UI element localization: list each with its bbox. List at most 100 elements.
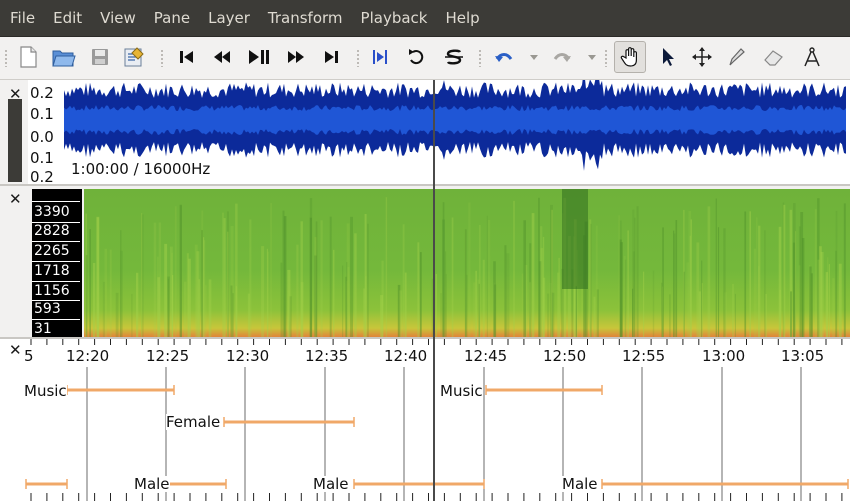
open-folder-icon bbox=[52, 50, 76, 67]
redo-dropdown-icon[interactable] bbox=[588, 55, 596, 60]
spectrogram-streak bbox=[109, 249, 112, 337]
rewind-start-button[interactable] bbox=[170, 41, 202, 73]
spectrogram-streak bbox=[542, 236, 545, 337]
spectrogram-streak bbox=[196, 251, 200, 337]
move-icon bbox=[692, 47, 712, 67]
time-label: 5 bbox=[24, 347, 34, 365]
spectrogram-streak bbox=[669, 294, 671, 337]
frequency-scale: 3390 2828 2265 1718 1156 593 31 bbox=[32, 189, 82, 337]
redo-button[interactable] bbox=[546, 41, 578, 73]
spectrogram-streak bbox=[300, 221, 303, 337]
spectrogram-streak bbox=[698, 291, 701, 337]
solo-icon bbox=[445, 49, 463, 65]
toolbar-grip[interactable] bbox=[356, 49, 360, 67]
spectrogram-streak bbox=[102, 281, 105, 337]
spectrogram-streak bbox=[581, 288, 584, 337]
time-label: 13:05 bbox=[781, 347, 825, 365]
loop-button[interactable] bbox=[400, 41, 432, 73]
draw-tool-button[interactable] bbox=[720, 41, 752, 73]
segment-label[interactable]: Male bbox=[313, 476, 349, 492]
select-arrow-icon bbox=[663, 48, 674, 66]
measure-tool-button[interactable] bbox=[796, 41, 828, 73]
spectrogram-streak bbox=[764, 230, 766, 337]
menu-help[interactable]: Help bbox=[436, 0, 488, 36]
menu-view[interactable]: View bbox=[91, 0, 145, 36]
menu-playback[interactable]: Playback bbox=[352, 0, 437, 36]
spectrogram-streak bbox=[521, 273, 524, 337]
spectrogram-streak bbox=[235, 286, 237, 337]
spectrogram-canvas bbox=[84, 189, 850, 337]
toolbar-grip[interactable] bbox=[160, 49, 164, 67]
undo-dropdown-icon[interactable] bbox=[530, 55, 538, 60]
spectrogram-streak bbox=[227, 231, 229, 337]
spectrogram-streak bbox=[314, 255, 317, 337]
toolbar-grip[interactable] bbox=[4, 49, 8, 67]
undo-button[interactable] bbox=[488, 41, 520, 73]
save-session-button[interactable] bbox=[118, 41, 150, 73]
spectrogram-streak bbox=[838, 263, 842, 337]
spectrogram-streak bbox=[683, 271, 685, 337]
spectrogram-streak bbox=[558, 257, 560, 337]
db-label: 0.2 bbox=[30, 84, 54, 102]
close-pane-icon[interactable]: ✕ bbox=[9, 192, 22, 207]
spectrogram-streak bbox=[689, 235, 691, 337]
spectrogram-streak bbox=[835, 210, 838, 337]
spectrogram-streak bbox=[468, 202, 471, 337]
spectrogram-streak bbox=[329, 216, 332, 337]
menu-pane[interactable]: Pane bbox=[145, 0, 199, 36]
erase-icon bbox=[764, 50, 783, 66]
toolbar-grip[interactable] bbox=[604, 49, 608, 67]
spectrogram-streak bbox=[715, 198, 717, 337]
open-button[interactable] bbox=[48, 41, 80, 73]
time-label: 12:35 bbox=[305, 347, 349, 365]
save-button[interactable] bbox=[84, 41, 116, 73]
play-pause-button[interactable] bbox=[243, 41, 275, 73]
fast-forward-end-button[interactable] bbox=[316, 41, 348, 73]
select-tool-button[interactable] bbox=[652, 41, 684, 73]
spectrogram-streak bbox=[309, 198, 313, 337]
waveform-view[interactable]: 0.2 0.1 0.0 0.1 0.2 1:00:00 / 16000Hz bbox=[28, 80, 850, 185]
move-tool-button[interactable] bbox=[686, 41, 718, 73]
time-label: 12:25 bbox=[146, 347, 190, 365]
measure-icon bbox=[804, 47, 820, 67]
annotation-pane[interactable]: ✕ 5 12:20 12:25 12:30 12:35 12:40 12:45 … bbox=[0, 339, 850, 501]
spectrogram-streak bbox=[724, 292, 727, 337]
spectrogram-streak bbox=[333, 249, 335, 337]
spectrogram-streak bbox=[85, 255, 88, 337]
rewind-start-icon bbox=[180, 51, 193, 63]
menu-transform[interactable]: Transform bbox=[259, 0, 352, 36]
menu-file[interactable]: File bbox=[0, 0, 44, 36]
vertical-scrollbar[interactable] bbox=[8, 99, 22, 182]
navigate-tool-button[interactable] bbox=[614, 41, 646, 73]
save-session-icon bbox=[124, 47, 144, 67]
segment-label[interactable]: Music bbox=[24, 383, 67, 399]
play-selection-button[interactable] bbox=[364, 41, 396, 73]
freq-tick bbox=[32, 281, 80, 282]
fast-forward-button[interactable] bbox=[280, 41, 312, 73]
spectrogram-streak bbox=[538, 261, 542, 337]
pane-divider[interactable] bbox=[0, 184, 850, 186]
spectrogram-view[interactable] bbox=[84, 189, 850, 337]
waveform-pane: ✕ 0.2 0.1 0.0 0.1 0.2 1:00:00 / 16000Hz bbox=[0, 80, 850, 185]
playhead-cursor[interactable] bbox=[433, 80, 435, 501]
erase-tool-button[interactable] bbox=[758, 41, 790, 73]
fast-forward-icon bbox=[288, 51, 304, 63]
spectrogram-streak bbox=[643, 271, 645, 337]
segment-label[interactable]: Music bbox=[440, 383, 483, 399]
new-file-button[interactable] bbox=[12, 41, 44, 73]
rewind-button[interactable] bbox=[206, 41, 238, 73]
menu-layer[interactable]: Layer bbox=[199, 0, 259, 36]
segment-label[interactable]: Female bbox=[166, 414, 221, 430]
time-label: 12:30 bbox=[226, 347, 270, 365]
spectrogram-streak bbox=[798, 265, 801, 337]
menu-edit[interactable]: Edit bbox=[44, 0, 91, 36]
solo-button[interactable] bbox=[438, 41, 470, 73]
time-label: 12:40 bbox=[384, 347, 428, 365]
spectrogram-energy-band bbox=[562, 189, 588, 289]
segment-label[interactable]: Male bbox=[134, 476, 170, 492]
toolbar-grip[interactable] bbox=[478, 49, 482, 67]
spectrogram-streak bbox=[320, 220, 323, 337]
freq-label: 2265 bbox=[34, 243, 70, 259]
segment-label[interactable]: Male bbox=[562, 476, 598, 492]
spectrogram-streak bbox=[249, 219, 252, 337]
